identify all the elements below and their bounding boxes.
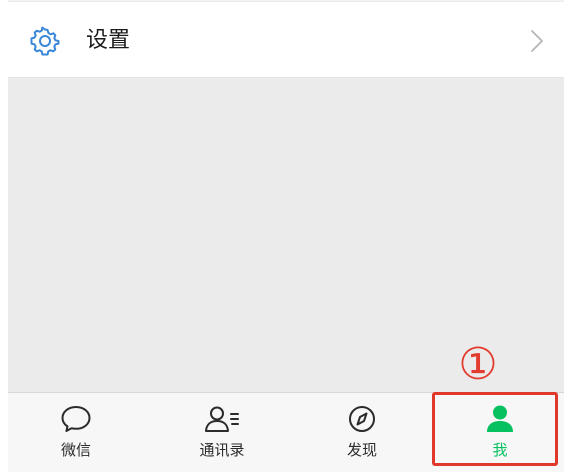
contacts-icon — [205, 406, 239, 432]
tab-discover[interactable]: 发现 — [302, 393, 422, 472]
tab-label-chats: 微信 — [60, 441, 91, 459]
settings-row[interactable]: 设置 — [8, 2, 564, 78]
tab-label-me: 我 — [492, 441, 508, 459]
tab-chats[interactable]: 微信 — [16, 393, 136, 472]
chat-bubble-icon — [61, 406, 91, 432]
gear-icon — [30, 26, 60, 56]
app-screen: 设置 ① 微信 通讯录 发现 我 — [8, 0, 564, 472]
chevron-right-icon — [531, 30, 543, 52]
tab-me[interactable]: 我 — [440, 393, 560, 472]
person-icon — [487, 405, 513, 432]
annotation-step-number: ① — [458, 339, 498, 390]
tab-label-discover: 发现 — [346, 441, 377, 459]
top-divider — [8, 0, 564, 1]
compass-icon — [349, 406, 375, 432]
tab-contacts[interactable]: 通讯录 — [162, 393, 282, 472]
bottom-tab-bar: 微信 通讯录 发现 我 — [8, 392, 564, 472]
tab-label-contacts: 通讯录 — [199, 441, 245, 459]
settings-label: 设置 — [86, 28, 131, 53]
